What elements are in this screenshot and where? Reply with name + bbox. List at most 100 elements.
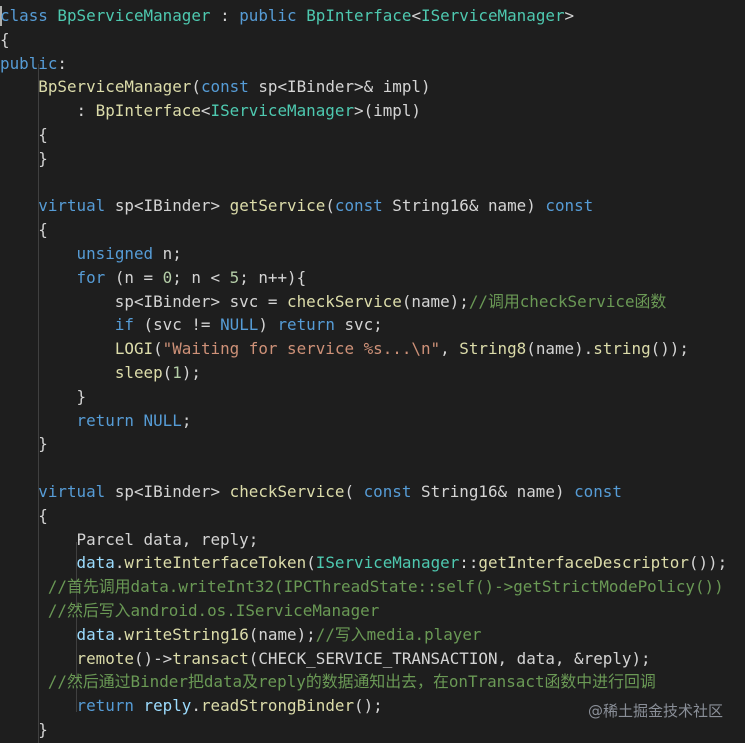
code-token: string (593, 339, 651, 359)
code-token: sleep (114, 363, 163, 382)
code-line: BpServiceManager(const sp<IBinder>& impl… (0, 75, 430, 99)
code-token: sp<IBinder> (105, 196, 230, 216)
code-token: public (239, 6, 297, 25)
code-token: const (200, 77, 249, 97)
code-token: (name); (401, 291, 469, 311)
code-token: Parcel data, reply; (0, 529, 259, 549)
watermark: @稀土掘金技术社区 (587, 702, 723, 720)
code-token: String16& name) (382, 196, 546, 216)
code-line: data.writeString16(name);//写入media.playe… (0, 623, 482, 647)
code-token: LOGI (114, 339, 154, 359)
code-line: } (0, 147, 48, 171)
code-token: >(impl) (354, 101, 421, 121)
code-line: { (0, 218, 48, 242)
code-token: } (0, 434, 48, 454)
code-token: //首先调用data.writeInt32(IPCThreadState::se… (47, 577, 724, 597)
code-token: { (0, 125, 48, 144)
code-token: ); (181, 363, 201, 382)
code-line: return NULL; (0, 409, 192, 433)
code-token: svc; (334, 315, 383, 335)
code-line: data.writeInterfaceToken(IServiceManager… (0, 551, 728, 575)
code-token: NULL (143, 410, 182, 430)
code-token: (svc != (133, 315, 221, 335)
code-token: //调用checkService函数 (468, 291, 667, 311)
code-token: ( (325, 196, 335, 216)
code-token: BpServiceManager (38, 77, 192, 97)
code-token: checkService (229, 482, 345, 501)
code-token: . (191, 696, 201, 716)
code-token: public (0, 53, 58, 73)
code-token: ) (258, 315, 278, 335)
code-token: virtual (38, 196, 106, 216)
code-token: return (277, 315, 335, 335)
code-editor[interactable]: class BpServiceManager : public BpInterf… (0, 0, 745, 743)
code-token: ; n++){ (239, 267, 307, 287)
code-token: const (574, 482, 622, 501)
code-token: String8 (459, 339, 527, 359)
code-line: } (0, 718, 48, 742)
code-token: IServiceManager (421, 6, 565, 25)
code-line: //首先调用data.writeInt32(IPCThreadState::se… (0, 575, 724, 599)
code-token: getService (229, 196, 326, 216)
code-token: for (76, 267, 106, 287)
code-token: (n = (105, 267, 163, 287)
code-token: BpServiceManager (57, 6, 211, 25)
code-line: sp<IBinder> svc = checkService(name);//调… (0, 290, 667, 314)
code-token: const (334, 196, 383, 216)
code-token: } (0, 720, 48, 739)
code-token: ()); (688, 553, 728, 573)
code-token: data (76, 553, 115, 573)
code-token: < (411, 6, 422, 25)
code-token: "Waiting for service %s...\n" (162, 339, 441, 359)
code-token: NULL (220, 315, 259, 335)
code-token: ( (344, 482, 364, 501)
code-token: , (440, 339, 460, 359)
code-line: //然后写入android.os.IServiceManager (0, 599, 379, 623)
code-line: unsigned n; (0, 242, 182, 266)
code-token: if (114, 315, 134, 335)
code-token: const (363, 482, 412, 501)
code-line: Parcel data, reply; (0, 528, 259, 552)
code-token: { (0, 29, 10, 49)
code-line: virtual sp<IBinder> getService(const Str… (0, 194, 593, 218)
code-token: (); (354, 696, 383, 716)
code-line: LOGI("Waiting for service %s...\n", Stri… (0, 337, 689, 361)
code-token: IServiceManager (210, 101, 355, 121)
code-token: writeInterfaceToken (124, 553, 307, 573)
code-token: 0 (162, 267, 173, 287)
code-token: remote (76, 648, 134, 668)
code-token: ; (181, 410, 192, 430)
code-token: checkService (287, 291, 402, 311)
code-token: 1 (172, 363, 182, 382)
code-token: class (0, 6, 48, 25)
code-token: //然后通过Binder把data及reply的数据通知出去，在onTransa… (47, 672, 656, 692)
code-token: ( (153, 339, 163, 359)
code-token: (CHECK_SERVICE_TRANSACTION, data, &reply… (248, 648, 651, 668)
code-token: ()); (650, 339, 689, 359)
code-token: } (0, 386, 87, 406)
code-token: ( (162, 363, 173, 382)
code-token: { (0, 220, 48, 240)
code-token: transact (172, 648, 249, 668)
code-token: reply (143, 696, 192, 716)
code-line: } (0, 432, 48, 456)
code-token: writeString16 (124, 624, 249, 644)
code-token: const (545, 196, 594, 216)
code-line: : BpInterface<IServiceManager>(impl) (0, 99, 421, 123)
